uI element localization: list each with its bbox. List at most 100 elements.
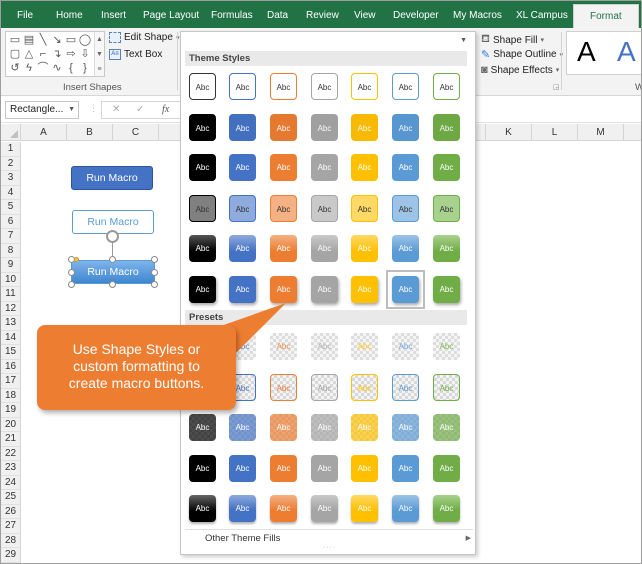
theme-style-orange-shadow[interactable]: Abc bbox=[270, 276, 297, 303]
expand-gallery-icon[interactable]: ≡ bbox=[95, 62, 104, 77]
resize-handle[interactable] bbox=[151, 281, 158, 288]
theme-style-blue-solid[interactable]: Abc bbox=[229, 114, 256, 141]
theme-style-gold-outline[interactable]: Abc bbox=[351, 73, 378, 100]
row-header-2[interactable]: 2 bbox=[1, 156, 21, 171]
preset-gold-solid[interactable]: Abc bbox=[351, 455, 378, 482]
resize-handle[interactable] bbox=[151, 256, 158, 263]
preset-blue-solid[interactable]: Abc bbox=[229, 455, 256, 482]
tab-home[interactable]: Home bbox=[56, 1, 83, 28]
edit-shape-button[interactable]: Edit Shape ▾ bbox=[109, 32, 179, 43]
row-header-7[interactable]: 7 bbox=[1, 229, 21, 244]
theme-style-orange-outline[interactable]: Abc bbox=[270, 73, 297, 100]
textbox-shape-icon[interactable]: ▤ bbox=[22, 34, 36, 46]
tab-review[interactable]: Review bbox=[306, 1, 339, 28]
theme-style-gray-shadow[interactable]: Abc bbox=[311, 276, 338, 303]
theme-style-gold-gradient[interactable]: Abc bbox=[351, 235, 378, 262]
wordart-blue-sample[interactable]: A bbox=[617, 36, 636, 68]
theme-style-lightblue-fill[interactable]: Abc bbox=[392, 154, 419, 181]
row-header-23[interactable]: 23 bbox=[1, 461, 21, 476]
resize-handle[interactable] bbox=[68, 269, 75, 276]
right-arrow-shape-icon[interactable]: ⇨ bbox=[64, 48, 78, 60]
preset-gray-transparent[interactable]: Abc bbox=[311, 333, 338, 360]
row-header-14[interactable]: 14 bbox=[1, 330, 21, 345]
theme-style-orange-fill[interactable]: Abc bbox=[270, 154, 297, 181]
adjust-handle[interactable] bbox=[74, 257, 79, 262]
insert-function-icon[interactable]: fx bbox=[162, 102, 169, 118]
theme-style-dark-gradient[interactable]: Abc bbox=[189, 235, 216, 262]
gallery-scrollbar[interactable]: ▲ ▼ ≡ bbox=[94, 32, 104, 76]
scroll-down-icon[interactable]: ▼ bbox=[95, 47, 104, 62]
text-box-button[interactable]: A≡ Text Box bbox=[109, 49, 162, 60]
theme-style-gray-fill[interactable]: Abc bbox=[311, 154, 338, 181]
theme-style-dark-fill[interactable]: Abc bbox=[189, 154, 216, 181]
theme-style-blue-gradient[interactable]: Abc bbox=[229, 235, 256, 262]
preset-gold-outline-transparent[interactable]: Abc bbox=[351, 374, 378, 401]
left-brace-shape-icon[interactable]: { bbox=[64, 62, 78, 74]
row-header-29[interactable]: 29 bbox=[1, 548, 21, 563]
resize-handle[interactable] bbox=[68, 281, 75, 288]
row-header-6[interactable]: 6 bbox=[1, 214, 21, 229]
row-header-18[interactable]: 18 bbox=[1, 388, 21, 403]
theme-style-gray-outline[interactable]: Abc bbox=[311, 73, 338, 100]
theme-style-green-light[interactable]: Abc bbox=[433, 195, 460, 222]
tab-formulas[interactable]: Formulas bbox=[211, 1, 253, 28]
tab-view[interactable]: View bbox=[354, 1, 376, 28]
down-arrow-shape-icon[interactable]: ⇩ bbox=[78, 48, 92, 60]
theme-style-orange-light[interactable]: Abc bbox=[270, 195, 297, 222]
preset-lightblue-transparent[interactable]: Abc bbox=[392, 333, 419, 360]
column-header-b[interactable]: B bbox=[67, 124, 113, 141]
cancel-icon[interactable]: ✕ bbox=[112, 102, 120, 118]
resize-handle[interactable] bbox=[151, 269, 158, 276]
tab-xl-campus[interactable]: XL Campus bbox=[516, 1, 568, 28]
preset-orange-transparent[interactable]: Abc bbox=[270, 333, 297, 360]
wordart-styles-gallery[interactable]: A A bbox=[566, 31, 641, 75]
select-all-corner[interactable] bbox=[1, 124, 21, 141]
elbow-arrow-icon[interactable]: ↴ bbox=[50, 48, 64, 60]
enter-icon[interactable]: ✓ bbox=[136, 102, 144, 118]
theme-style-lightblue-solid[interactable]: Abc bbox=[392, 114, 419, 141]
row-header-4[interactable]: 4 bbox=[1, 185, 21, 200]
row-header-15[interactable]: 15 bbox=[1, 345, 21, 360]
theme-style-green-outline[interactable]: Abc bbox=[433, 73, 460, 100]
tab-page-layout[interactable]: Page Layout bbox=[143, 1, 199, 28]
preset-lightblue-glossy[interactable]: Abc bbox=[392, 495, 419, 522]
row-header-13[interactable]: 13 bbox=[1, 316, 21, 331]
callout-shape-icon[interactable]: ▭ bbox=[8, 34, 22, 46]
arc-shape-icon[interactable]: ⌒ bbox=[36, 62, 50, 74]
row-header-10[interactable]: 10 bbox=[1, 272, 21, 287]
preset-gray-solid[interactable]: Abc bbox=[311, 455, 338, 482]
oval-shape-icon[interactable]: ◯ bbox=[78, 34, 92, 46]
preset-gold-glossy[interactable]: Abc bbox=[351, 495, 378, 522]
row-header-11[interactable]: 11 bbox=[1, 287, 21, 302]
row-header-21[interactable]: 21 bbox=[1, 432, 21, 447]
column-header-j[interactable] bbox=[476, 124, 486, 141]
theme-style-lightblue-gradient[interactable]: Abc bbox=[392, 235, 419, 262]
theme-style-lightblue-light[interactable]: Abc bbox=[392, 195, 419, 222]
preset-orange-outline-transparent[interactable]: Abc bbox=[270, 374, 297, 401]
theme-style-orange-solid[interactable]: Abc bbox=[270, 114, 297, 141]
run-macro-button-solid[interactable]: Run Macro bbox=[71, 166, 153, 190]
theme-style-gray-gradient[interactable]: Abc bbox=[311, 235, 338, 262]
preset-gray-outline-transparent[interactable]: Abc bbox=[311, 374, 338, 401]
theme-style-blue-light[interactable]: Abc bbox=[229, 195, 256, 222]
name-box[interactable]: Rectangle... ▼ bbox=[5, 101, 79, 119]
preset-gray-semi-transparent[interactable]: Abc bbox=[311, 414, 338, 441]
curve-shape-icon[interactable]: ∿ bbox=[50, 62, 64, 74]
preset-orange-glossy[interactable]: Abc bbox=[270, 495, 297, 522]
preset-green-solid[interactable]: Abc bbox=[433, 455, 460, 482]
preset-green-glossy[interactable]: Abc bbox=[433, 495, 460, 522]
theme-style-gold-shadow[interactable]: Abc bbox=[351, 276, 378, 303]
preset-dark-glossy[interactable]: Abc bbox=[189, 495, 216, 522]
theme-style-gold-light[interactable]: Abc bbox=[351, 195, 378, 222]
preset-blue-semi-transparent[interactable]: Abc bbox=[229, 414, 256, 441]
row-header-26[interactable]: 26 bbox=[1, 504, 21, 519]
row-header-12[interactable]: 12 bbox=[1, 301, 21, 316]
rectangle-shape-icon[interactable]: ▭ bbox=[64, 34, 78, 46]
row-header-17[interactable]: 17 bbox=[1, 374, 21, 389]
preset-gold-transparent[interactable]: Abc bbox=[351, 333, 378, 360]
theme-style-dark-solid[interactable]: Abc bbox=[189, 114, 216, 141]
column-header-a[interactable]: A bbox=[21, 124, 67, 141]
shape-fill-button[interactable]: ⛾ Shape Fill ▾ bbox=[481, 33, 544, 47]
preset-dark-semi-transparent[interactable]: Abc bbox=[189, 414, 216, 441]
tab-file[interactable]: File bbox=[17, 1, 33, 28]
